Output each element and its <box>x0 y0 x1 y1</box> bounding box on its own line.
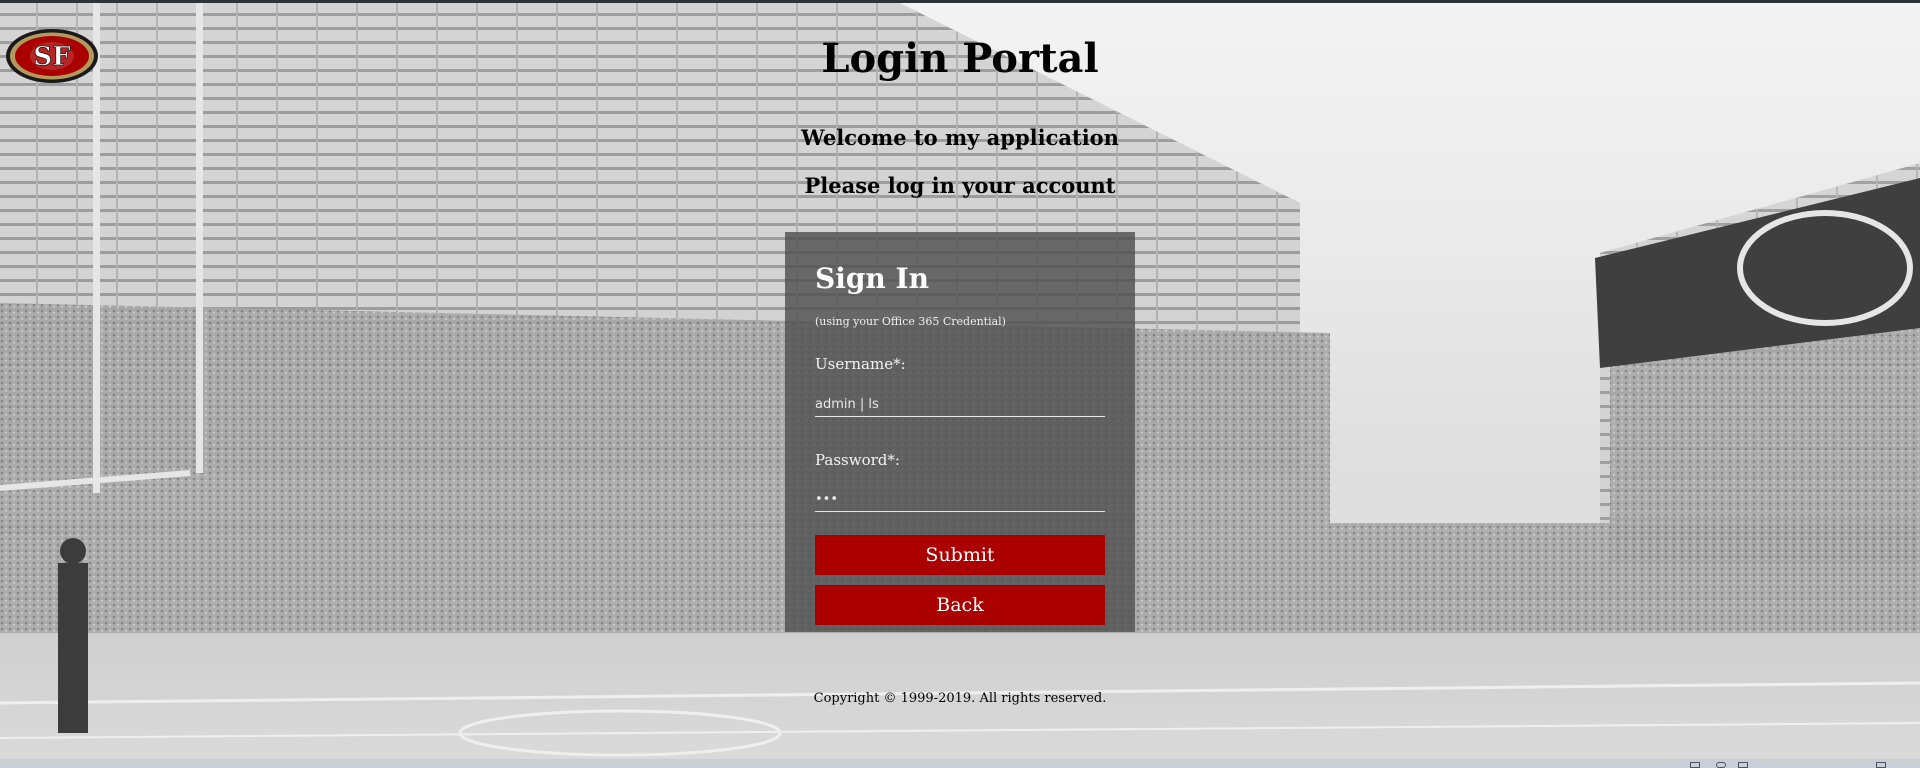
login-prompt-text: Please log in your account <box>804 173 1116 198</box>
password-label: Password*: <box>815 451 900 469</box>
screen-icon[interactable] <box>1876 762 1886 768</box>
page-title: Login Portal <box>821 35 1099 82</box>
signin-subtitle: (using your Office 365 Credential) <box>815 315 1006 328</box>
signin-heading: Sign In <box>815 262 929 295</box>
submit-button[interactable]: Submit <box>815 535 1105 575</box>
signin-panel: Sign In (using your Office 365 Credentia… <box>785 232 1135 632</box>
document-icon[interactable] <box>1738 762 1748 768</box>
window-bottom-bar <box>0 759 1920 768</box>
circle-icon[interactable] <box>1716 762 1726 768</box>
back-button[interactable]: Back <box>815 585 1105 625</box>
welcome-text: Welcome to my application <box>801 125 1119 150</box>
password-input[interactable] <box>815 487 1105 512</box>
window-icon[interactable] <box>1690 762 1700 768</box>
username-label: Username*: <box>815 355 906 373</box>
username-input[interactable] <box>815 392 1105 417</box>
copyright-text: Copyright © 1999-2019. All rights reserv… <box>813 691 1107 706</box>
login-page: SF Login Portal Welcome to my applicatio… <box>0 3 1920 759</box>
